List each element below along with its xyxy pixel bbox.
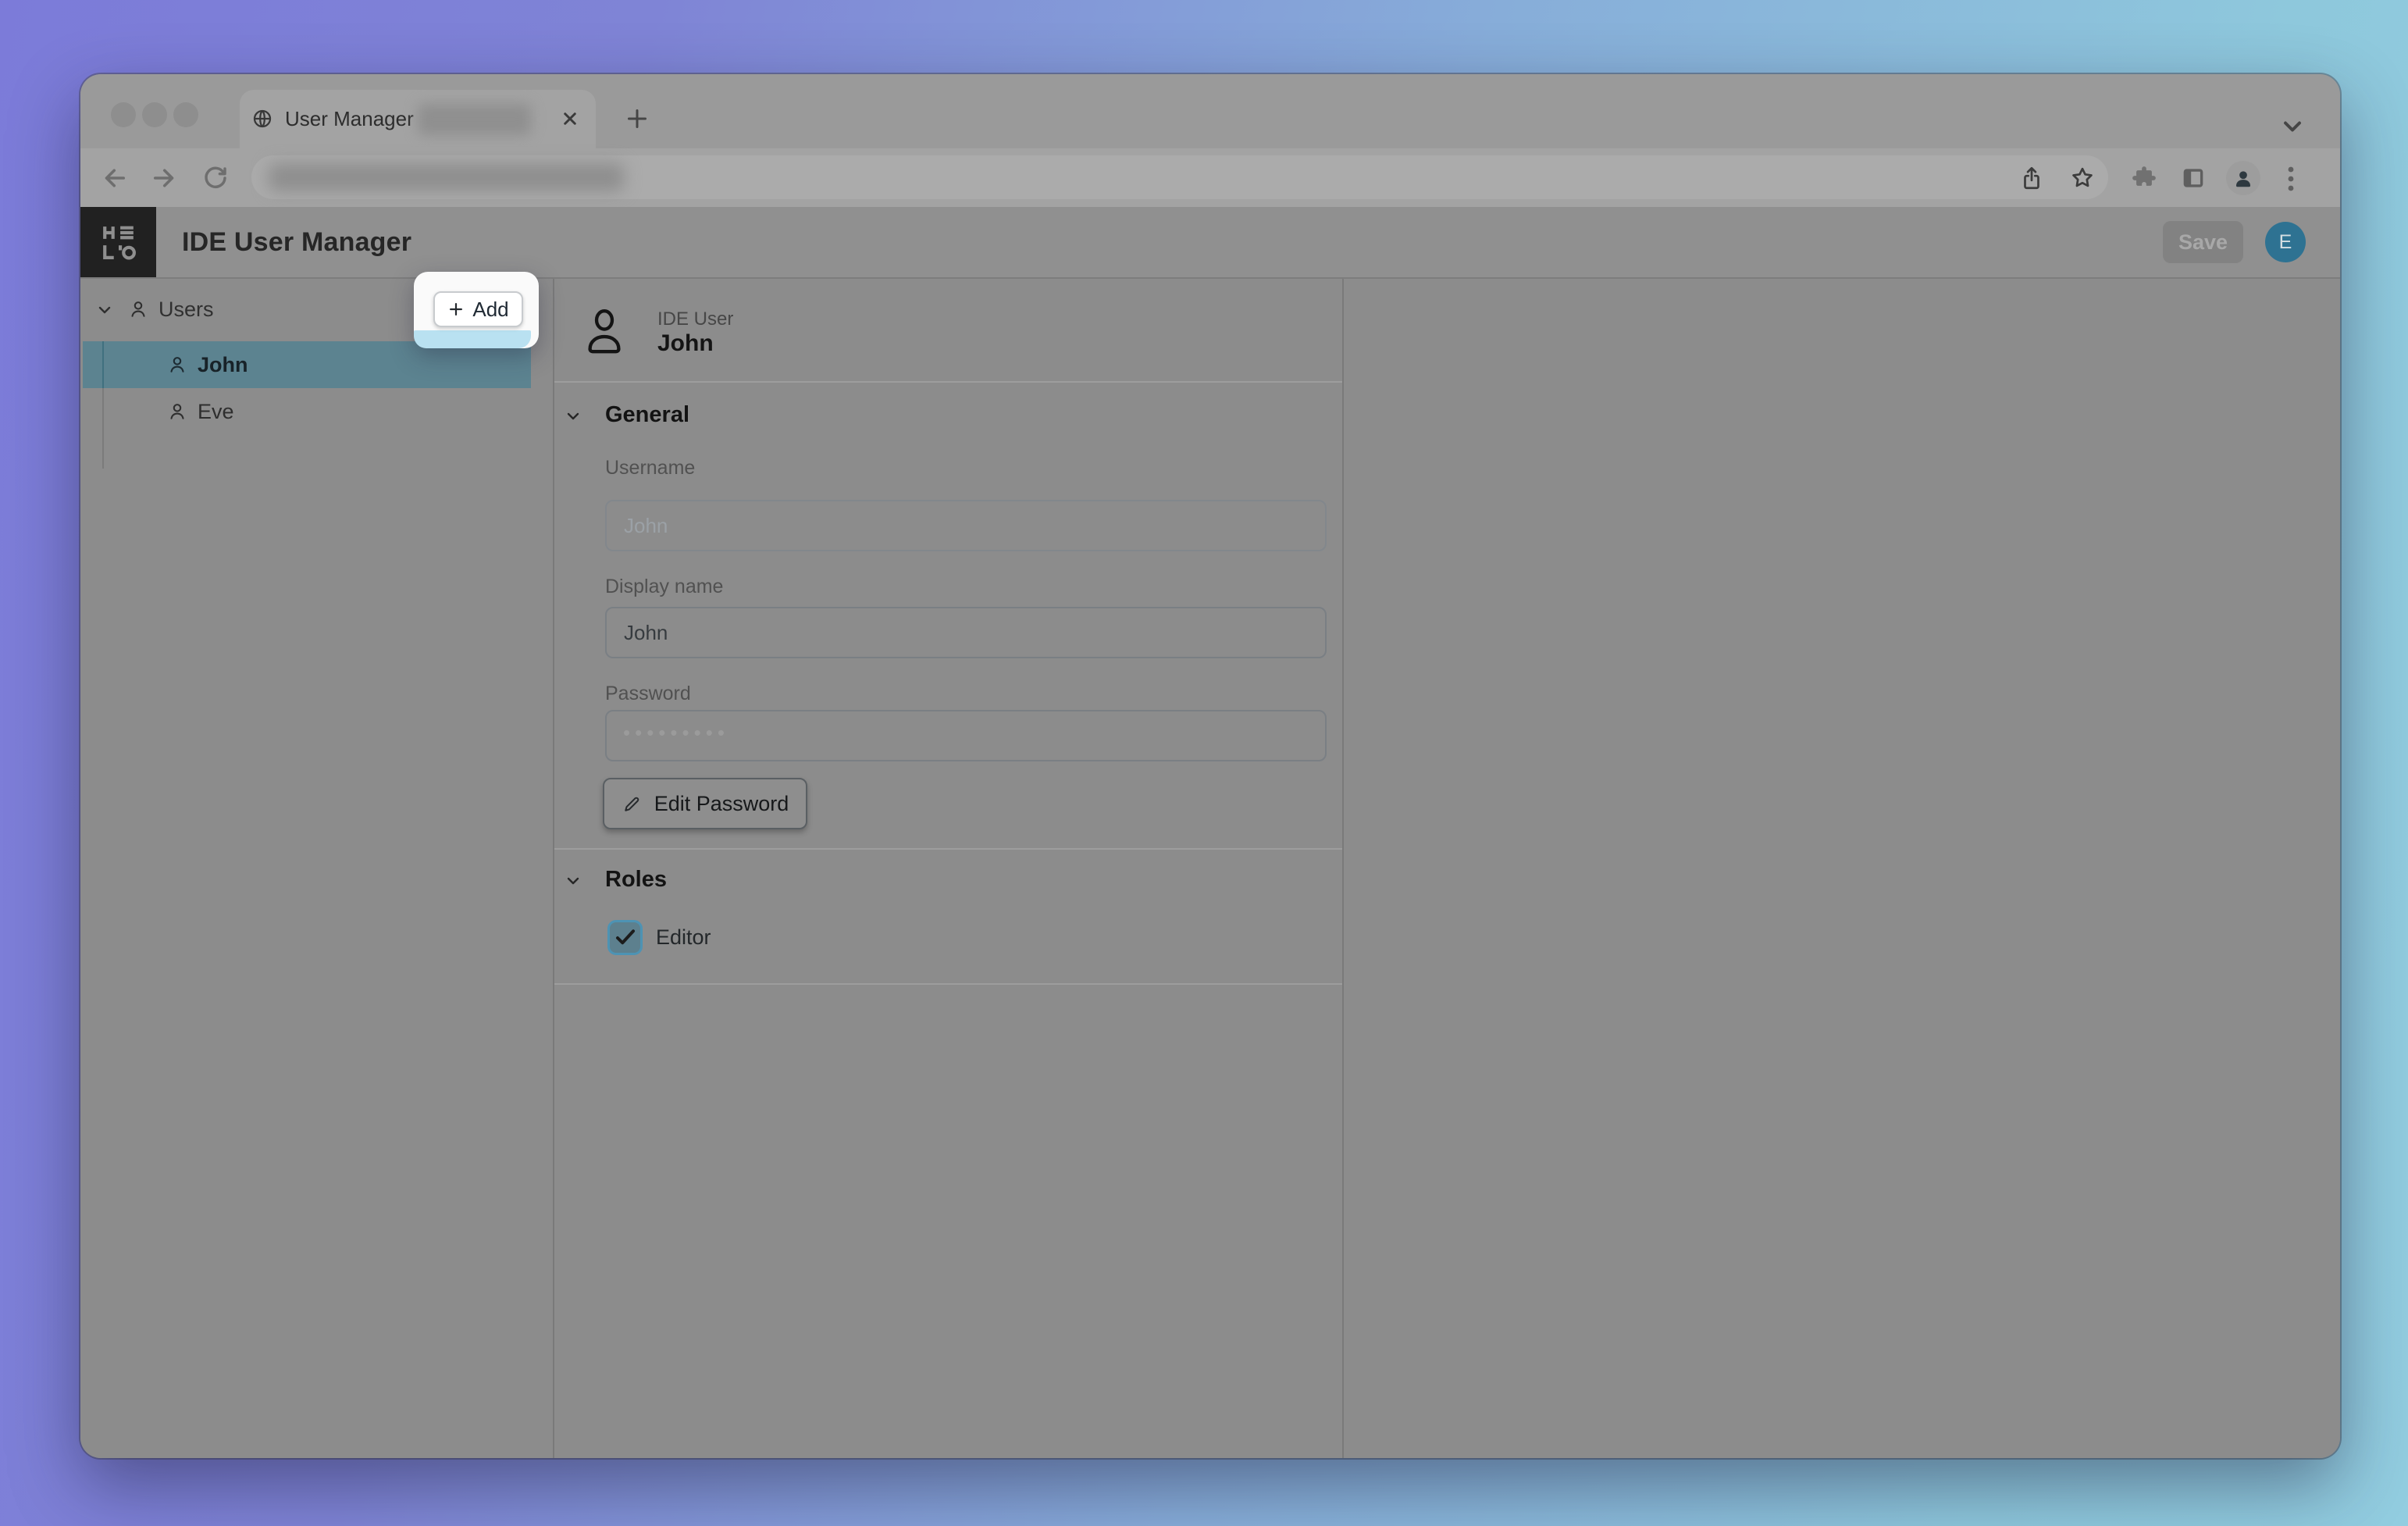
add-user-button[interactable]: Add — [433, 291, 523, 327]
edit-password-label: Edit Password — [654, 792, 789, 816]
app-logo-icon — [80, 207, 156, 277]
chevron-down-icon[interactable] — [564, 407, 582, 426]
traffic-light-zoom[interactable] — [173, 102, 198, 127]
username-label: Username — [605, 457, 695, 480]
tutorial-spotlight: Add — [414, 272, 539, 348]
save-button[interactable]: Save — [2163, 221, 2243, 263]
section-heading-roles: Roles — [605, 867, 667, 893]
bookmark-star-icon[interactable] — [2069, 165, 2096, 191]
divider — [554, 848, 1342, 850]
detail-title: John — [657, 330, 714, 357]
browser-profile-avatar[interactable] — [2226, 161, 2260, 195]
spotlight-selected-row-strip — [414, 330, 531, 348]
url-address-bar[interactable] — [251, 155, 2108, 199]
traffic-light-close[interactable] — [111, 102, 136, 127]
account-avatar[interactable]: E — [2265, 222, 2306, 262]
divider — [554, 983, 1342, 985]
add-button-label: Add — [472, 298, 508, 322]
desktop-background: User Manager — [0, 0, 2408, 1526]
section-heading-general: General — [605, 402, 689, 428]
users-tree-sidebar: Users John Eve — [80, 279, 553, 1458]
app-body: Users John Eve — [80, 279, 2340, 1458]
sidebar-group-label: Users — [159, 287, 214, 332]
empty-right-panel — [1344, 279, 2340, 1458]
side-panel-icon[interactable] — [2180, 165, 2207, 191]
tab-title-redacted-blur — [418, 104, 531, 135]
editor-role-checkbox[interactable] — [607, 920, 643, 955]
share-icon[interactable] — [2018, 165, 2045, 191]
app-header: IDE User Manager Save E — [80, 207, 2340, 279]
forward-arrow-icon[interactable] — [150, 164, 178, 192]
app-title: IDE User Manager — [182, 207, 411, 277]
edit-password-button[interactable]: Edit Password — [603, 778, 807, 829]
display-name-input[interactable] — [605, 607, 1327, 658]
new-tab-button-icon[interactable] — [623, 105, 651, 133]
user-icon — [166, 354, 188, 376]
tab-search-chevron-icon[interactable] — [2278, 112, 2306, 141]
chevron-down-icon[interactable] — [95, 301, 114, 319]
detail-kicker: IDE User — [657, 308, 733, 330]
sidebar-item-label: John — [198, 341, 248, 388]
tab-bar: User Manager — [80, 74, 2340, 148]
editor-role-label: Editor — [656, 925, 711, 950]
sidebar-item-eve[interactable]: Eve — [80, 388, 553, 433]
globe-favicon-icon — [251, 107, 274, 130]
user-icon — [127, 298, 149, 320]
chevron-down-icon[interactable] — [564, 872, 582, 890]
tab-close-icon[interactable] — [558, 107, 582, 130]
password-mask-dots: ••••••••• — [623, 721, 729, 745]
traffic-light-minimize[interactable] — [142, 102, 167, 127]
browser-toolbar — [80, 148, 2340, 207]
user-detail-panel: IDE User John General Username Display n… — [554, 279, 1342, 1458]
browser-window: User Manager — [80, 74, 2340, 1458]
back-arrow-icon[interactable] — [101, 164, 129, 192]
password-label: Password — [605, 683, 691, 705]
extensions-puzzle-icon[interactable] — [2131, 165, 2157, 191]
username-input[interactable] — [605, 500, 1327, 551]
reload-icon[interactable] — [201, 164, 230, 192]
sidebar-item-label: Eve — [198, 388, 234, 435]
divider — [554, 381, 1342, 383]
user-large-icon — [584, 305, 625, 358]
browser-menu-dots-icon[interactable] — [2287, 166, 2295, 192]
url-redacted-blur — [269, 163, 624, 191]
tab-title: User Manager — [285, 90, 414, 148]
browser-tab[interactable]: User Manager — [240, 90, 596, 148]
display-name-label: Display name — [605, 576, 723, 598]
user-icon — [166, 401, 188, 423]
